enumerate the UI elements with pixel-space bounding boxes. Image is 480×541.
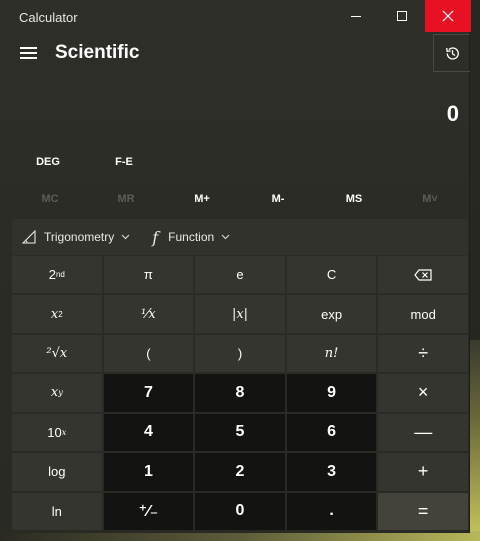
euler-button[interactable]: e xyxy=(195,256,285,294)
mode-title: Scientific xyxy=(55,42,140,63)
digit-1-button[interactable]: 1 xyxy=(103,453,194,491)
ln-button[interactable]: ln xyxy=(12,492,102,530)
digit-2-button[interactable]: 2 xyxy=(195,453,285,491)
fixed-exponent-toggle[interactable]: F-E xyxy=(96,156,152,168)
left-paren-button[interactable]: ( xyxy=(103,334,194,373)
minimize-button[interactable] xyxy=(333,0,379,32)
right-paren-button[interactable]: ) xyxy=(195,334,285,373)
digit-7-button[interactable]: 7 xyxy=(103,374,194,412)
backspace-icon xyxy=(414,269,432,281)
log-button[interactable]: log xyxy=(12,453,102,491)
digit-9-button[interactable]: 9 xyxy=(286,374,377,412)
navigation-menu-button[interactable] xyxy=(20,47,37,59)
function-label: Function xyxy=(168,230,215,244)
clear-button[interactable]: C xyxy=(286,256,377,294)
history-button[interactable] xyxy=(433,34,470,72)
close-button[interactable] xyxy=(425,0,471,32)
digit-3-button[interactable]: 3 xyxy=(286,453,377,491)
exp-button[interactable]: exp xyxy=(286,295,377,333)
power-button[interactable]: xy xyxy=(12,374,102,412)
digit-0-button[interactable]: 0 xyxy=(195,492,285,530)
memory-add-button[interactable]: M+ xyxy=(164,190,240,210)
multiply-button[interactable]: × xyxy=(378,374,468,412)
digit-4-button[interactable]: 4 xyxy=(103,413,194,452)
memory-subtract-button[interactable]: M- xyxy=(240,190,316,210)
digit-8-button[interactable]: 8 xyxy=(195,374,285,412)
pi-button[interactable]: π xyxy=(103,256,194,294)
memory-clear-button[interactable]: MC xyxy=(12,190,88,210)
history-icon xyxy=(445,46,459,60)
square-button[interactable]: x2 xyxy=(12,295,102,333)
trigonometry-dropdown[interactable]: Trigonometry xyxy=(22,230,130,244)
keypad: 2nd π e C x2 ¹⁄x |x| exp mod ²√x ( ) n! … xyxy=(12,256,468,530)
negate-button[interactable]: ⁺⁄₋ xyxy=(103,492,194,530)
divide-button[interactable]: ÷ xyxy=(378,334,468,373)
function-bar: Trigonometry f Function xyxy=(12,219,468,255)
ten-power-button[interactable]: 10 x xyxy=(12,413,102,452)
function-dropdown[interactable]: f Function xyxy=(152,228,230,247)
square-root-button[interactable]: ²√x xyxy=(12,334,102,373)
maximize-button[interactable] xyxy=(379,0,425,32)
window-title: Calculator xyxy=(19,10,78,25)
minimize-icon xyxy=(351,15,361,17)
mod-button[interactable]: mod xyxy=(378,295,468,333)
equals-button[interactable]: = xyxy=(378,492,468,530)
factorial-button[interactable]: n! xyxy=(286,334,377,373)
maximize-icon xyxy=(397,11,407,21)
digit-5-button[interactable]: 5 xyxy=(195,413,285,452)
title-bar: Calculator xyxy=(0,0,471,34)
absolute-value-button[interactable]: |x| xyxy=(195,295,285,333)
triangle-icon xyxy=(22,230,36,244)
result-display: 0 xyxy=(446,101,459,126)
reciprocal-button[interactable]: ¹⁄x xyxy=(103,295,194,333)
backspace-button[interactable] xyxy=(378,256,468,294)
decimal-button[interactable]: . xyxy=(286,492,377,530)
chevron-down-icon xyxy=(221,232,230,243)
hamburger-icon xyxy=(20,47,37,49)
chevron-down-icon xyxy=(121,232,130,243)
memory-store-button[interactable]: MS xyxy=(316,190,392,210)
memory-list-button[interactable]: M˅ xyxy=(392,190,468,210)
angle-unit-toggle[interactable]: DEG xyxy=(20,156,76,168)
function-icon: f xyxy=(152,227,159,247)
close-icon xyxy=(442,10,454,22)
memory-row: MC MR M+ M- MS M˅ xyxy=(12,190,468,210)
trigonometry-label: Trigonometry xyxy=(44,230,115,244)
plus-button[interactable]: + xyxy=(378,453,468,491)
minus-button[interactable]: — xyxy=(378,413,468,452)
memory-recall-button[interactable]: MR xyxy=(88,190,164,210)
calculator-window: Calculator Scientific 0 DEG F-E MC MR M+… xyxy=(0,0,471,533)
digit-6-button[interactable]: 6 xyxy=(286,413,377,452)
second-function-button[interactable]: 2nd xyxy=(12,256,102,294)
